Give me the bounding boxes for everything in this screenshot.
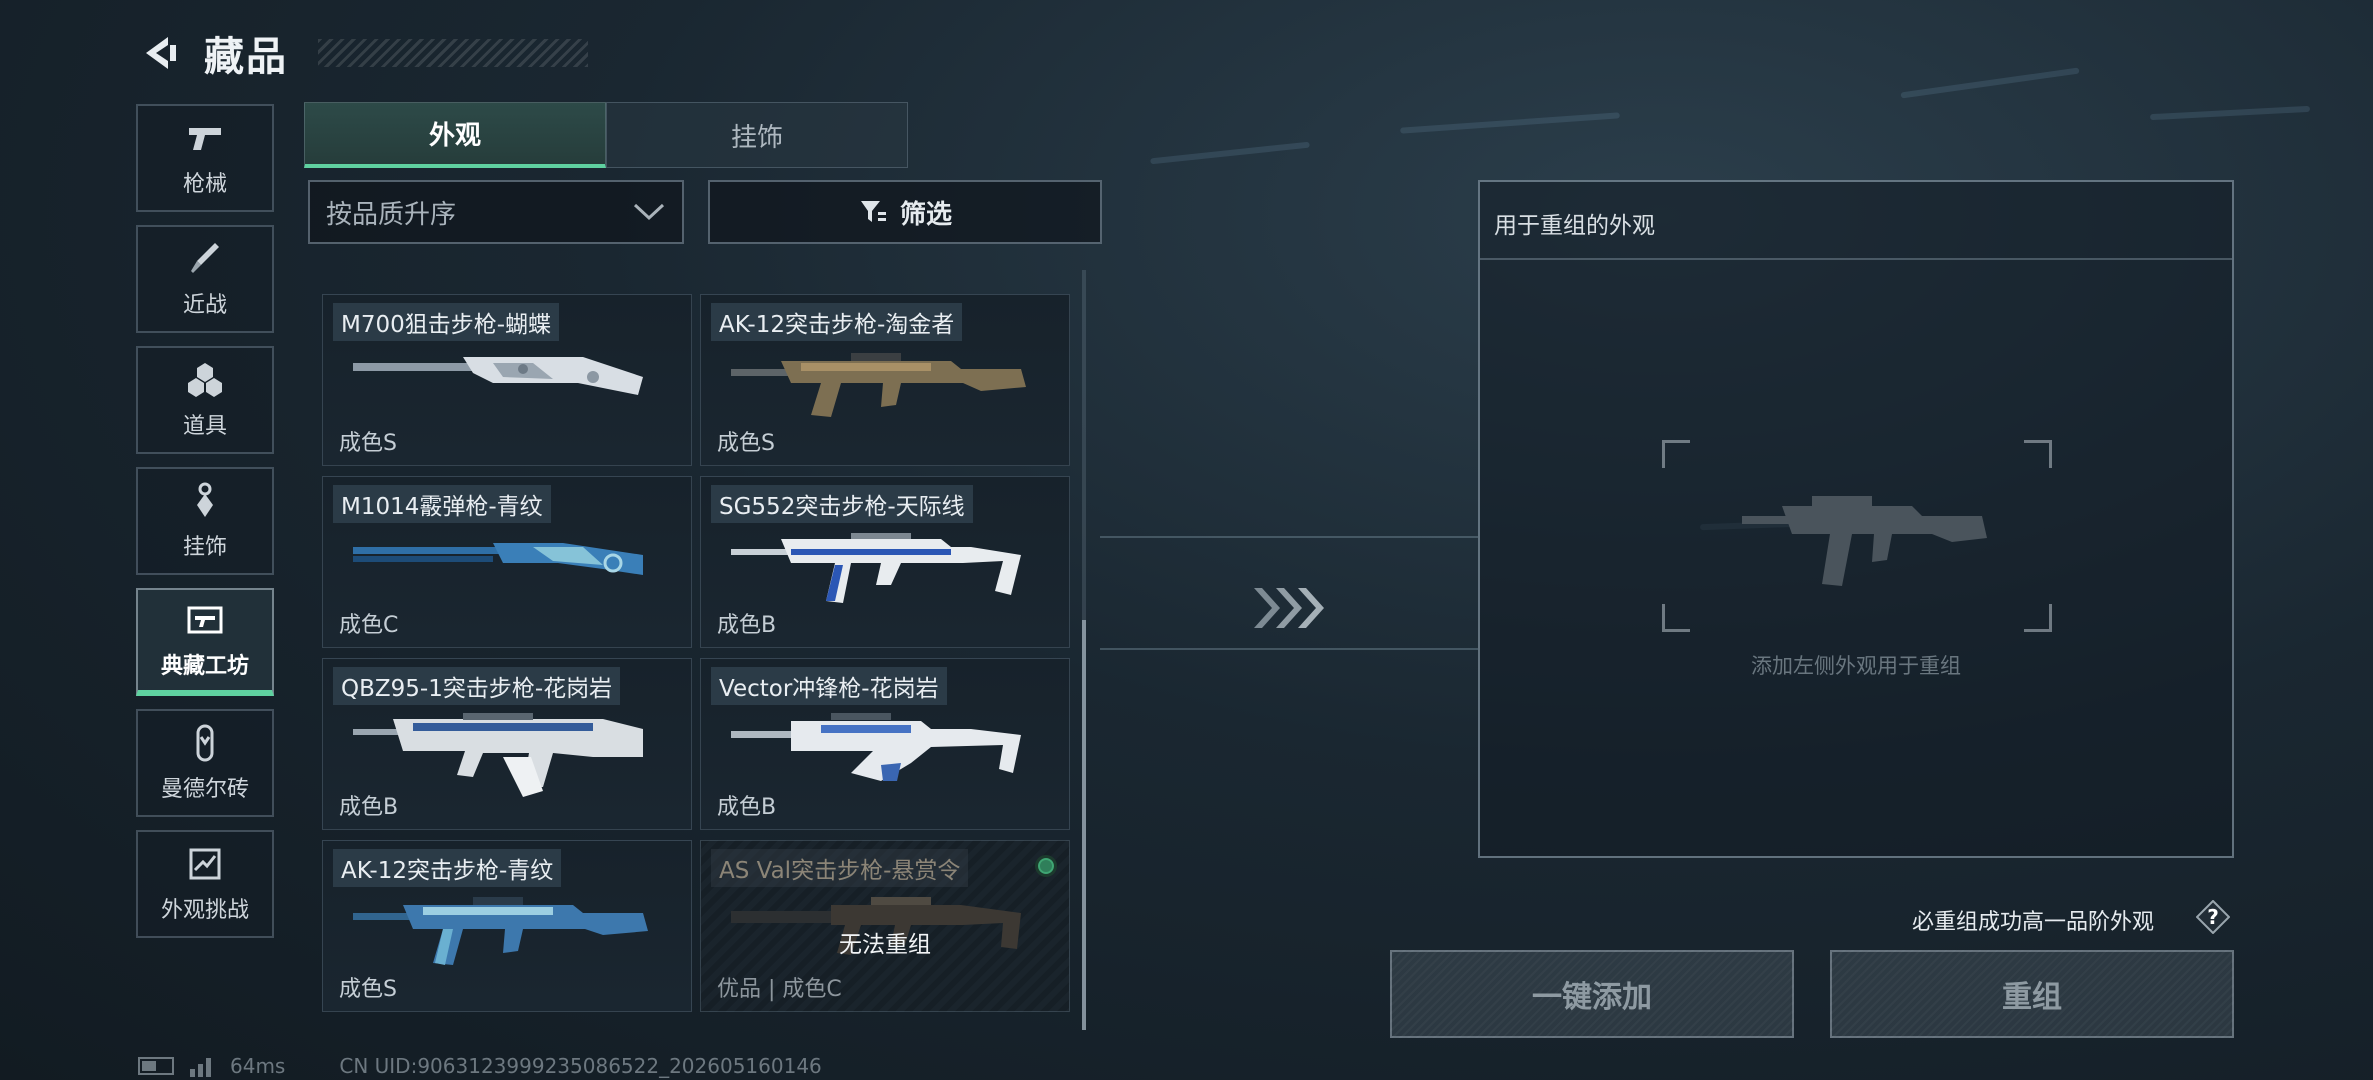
- assault-rifle-image: [353, 897, 648, 965]
- gun-frame-icon: [187, 606, 223, 634]
- slot-corner: [2024, 604, 2052, 632]
- filter-label: 筛选: [899, 199, 952, 230]
- sniper-rifle-image: [353, 357, 643, 395]
- svg-text:?: ?: [2207, 905, 2219, 929]
- skin-grade: 成色B: [717, 795, 777, 820]
- recombine-button[interactable]: 重组: [1830, 950, 2234, 1038]
- skin-card-disabled[interactable]: AS Val突击步枪-悬赏令 无法重组 优品 | 成色C: [700, 840, 1070, 1012]
- keychain-icon: [197, 482, 213, 517]
- sidebar-item-label: 道具: [182, 414, 227, 439]
- content-tabs: 外观 挂饰: [304, 102, 908, 168]
- ping-value: 64ms: [230, 1054, 286, 1078]
- page-header: 藏品: [138, 24, 588, 82]
- sidebar-item-melee[interactable]: 近战: [136, 225, 274, 333]
- gun-placeholder-icon: [1742, 496, 1987, 586]
- skin-name: AS Val突击步枪-悬赏令: [711, 849, 969, 887]
- skin-grade: 成色C: [339, 613, 399, 638]
- assault-rifle-image: [731, 353, 1026, 417]
- skin-card[interactable]: QBZ95-1突击步枪-花岗岩 成色B: [322, 658, 692, 830]
- knife-icon: [191, 243, 219, 273]
- sidebar-item-label: 曼德尔砖: [160, 777, 249, 802]
- skin-card[interactable]: M700狙击步枪-蝴蝶 成色S: [322, 294, 692, 466]
- status-footer: 64ms CN UID:9063123999235086522_20260516…: [138, 1054, 822, 1078]
- skin-name: Vector冲锋枪-花岗岩: [711, 667, 947, 705]
- slot-corner: [1662, 440, 1690, 468]
- skin-grade: 成色B: [717, 613, 777, 638]
- sidebar-item-label: 近战: [182, 293, 227, 318]
- shotgun-image: [353, 543, 643, 575]
- triple-chevron-right-icon: [1254, 588, 1324, 628]
- slot-corner: [1662, 604, 1690, 632]
- skin-list: M700狙击步枪-蝴蝶 成色S AK-12突击步枪-淘金者 成色S M1014霰…: [312, 262, 1090, 1034]
- connector-line: [1100, 536, 1478, 538]
- bg-streak: [1900, 67, 2080, 99]
- pistol-icon: [189, 128, 221, 150]
- skin-name: M700狙击步枪-蝴蝶: [333, 303, 560, 341]
- recombine-slot[interactable]: [1662, 440, 2052, 632]
- skin-card[interactable]: AK-12突击步枪-淘金者 成色S: [700, 294, 1070, 466]
- recombine-hint: 添加左侧外观用于重组: [1751, 654, 1961, 678]
- filter-button[interactable]: 筛选: [708, 180, 1102, 244]
- skin-name: AK-12突击步枪-青纹: [333, 849, 562, 887]
- help-icon[interactable]: ?: [2196, 900, 2230, 934]
- chevron-down-icon: [633, 203, 665, 221]
- sidebar-item-label: 挂饰: [182, 535, 227, 560]
- title-decoration: [318, 39, 588, 67]
- tab-charms[interactable]: 挂饰: [606, 102, 908, 168]
- page-title: 藏品: [204, 34, 288, 80]
- sidebar-item-items[interactable]: 道具: [136, 346, 274, 454]
- connector-line: [1100, 648, 1478, 650]
- skin-grade: 优品 | 成色C: [717, 977, 842, 1002]
- skin-card[interactable]: Vector冲锋枪-花岗岩 成色B: [700, 658, 1070, 830]
- guarantee-text: 必重组成功高一品阶外观: [1912, 910, 2155, 935]
- skin-card[interactable]: M1014霰弹枪-青纹 成色C: [322, 476, 692, 648]
- skin-grade: 成色S: [717, 431, 775, 456]
- slot-corner: [2024, 440, 2052, 468]
- category-sidebar: 枪械 近战 道具 挂饰 典藏工坊 曼德尔砖 外观挑战: [136, 104, 274, 951]
- cannot-recombine-label: 无法重组: [839, 932, 931, 958]
- status-indicator-icon: [1035, 855, 1057, 877]
- sidebar-item-label: 枪械: [182, 172, 227, 197]
- skin-name: SG552突击步枪-天际线: [711, 485, 973, 523]
- grenade-cluster-icon: [188, 363, 222, 397]
- filter-icon: [860, 201, 886, 222]
- sidebar-item-collection-workshop[interactable]: 典藏工坊: [136, 588, 274, 696]
- battery-icon: [138, 1057, 174, 1075]
- skin-name: M1014霰弹枪-青纹: [333, 485, 551, 523]
- tab-appearance[interactable]: 外观: [304, 102, 606, 168]
- recombine-panel: 用于重组的外观 添加左侧外观用于重组: [1478, 180, 2234, 858]
- sidebar-item-label: 典藏工坊: [160, 654, 249, 679]
- add-all-button[interactable]: 一键添加: [1390, 950, 1794, 1038]
- sidebar-item-label: 外观挑战: [160, 898, 249, 923]
- recombine-panel-title: 用于重组的外观: [1480, 182, 2232, 260]
- bg-streak: [2149, 105, 2311, 121]
- challenge-icon: [189, 848, 221, 880]
- sidebar-item-mandel-brick[interactable]: 曼德尔砖: [136, 709, 274, 817]
- skin-name: QBZ95-1突击步枪-花岗岩: [333, 667, 621, 705]
- back-arrow-icon[interactable]: [138, 31, 182, 75]
- user-uid: CN UID:9063123999235086522_202605160146: [339, 1054, 822, 1078]
- sidebar-item-charms[interactable]: 挂饰: [136, 467, 274, 575]
- skin-grade: 成色B: [339, 795, 399, 820]
- bg-streak: [1150, 141, 1310, 165]
- skin-card[interactable]: AK-12突击步枪-青纹 成色S: [322, 840, 692, 1012]
- skin-grade: 成色S: [339, 977, 397, 1002]
- sidebar-item-firearms[interactable]: 枪械: [136, 104, 274, 212]
- skin-grade: 成色S: [339, 431, 397, 456]
- signal-icon: [190, 1058, 211, 1077]
- list-scrollbar-thumb[interactable]: [1082, 620, 1086, 1030]
- capsule-icon: [196, 724, 214, 762]
- skin-card[interactable]: SG552突击步枪-天际线 成色B: [700, 476, 1070, 648]
- bg-streak: [1400, 112, 1620, 134]
- sort-dropdown[interactable]: 按品质升序: [308, 180, 684, 244]
- sidebar-item-appearance-challenge[interactable]: 外观挑战: [136, 830, 274, 938]
- skin-name: AK-12突击步枪-淘金者: [711, 303, 963, 341]
- sort-value: 按品质升序: [326, 199, 457, 230]
